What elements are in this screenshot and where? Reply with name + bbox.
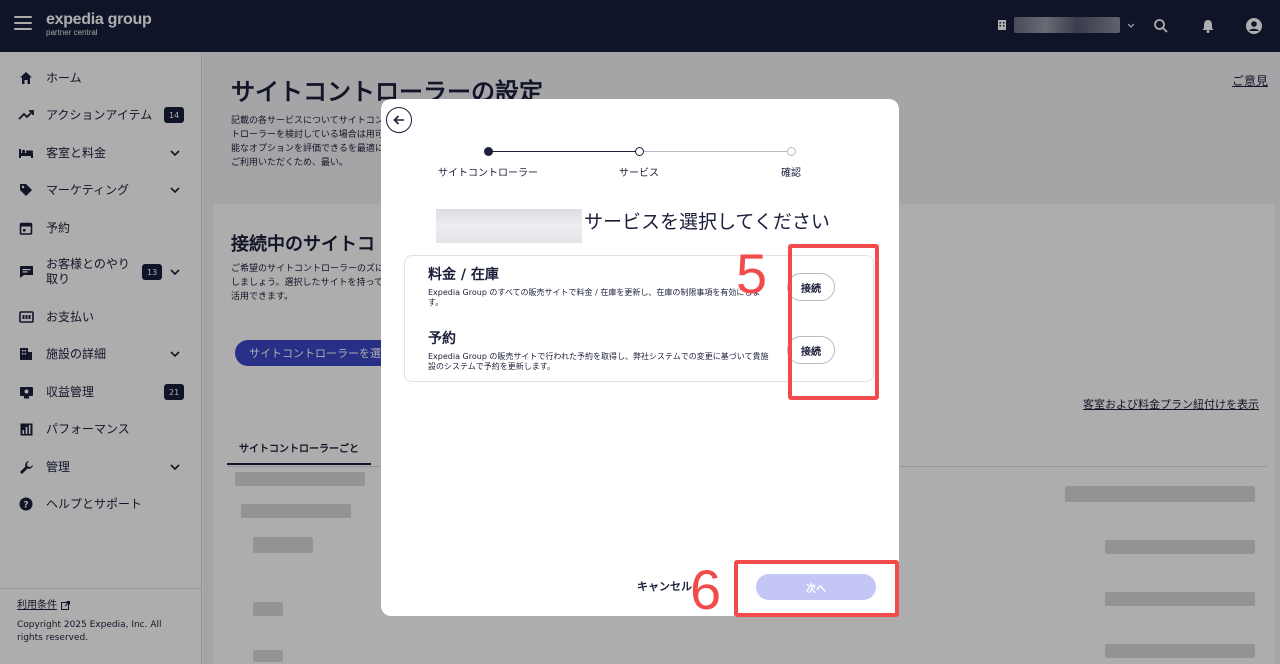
- annotation-box-connect-buttons: [788, 244, 879, 400]
- stepper-progress-done: [488, 151, 640, 152]
- step-dot-upcoming: [787, 147, 796, 156]
- annotation-number-6: 6: [690, 558, 722, 621]
- service-title-reservations: 予約: [428, 331, 456, 347]
- back-button[interactable]: [386, 107, 412, 133]
- arrow-left-icon: [393, 115, 404, 125]
- service-title-rates-inventory: 料金 / 在庫: [428, 267, 499, 283]
- stepper-progress-remaining: [640, 151, 792, 152]
- provider-name-redacted: [436, 209, 582, 243]
- annotation-number-5: 5: [736, 242, 768, 305]
- step-dot-complete: [484, 147, 493, 156]
- step-label-confirm: 確認: [781, 168, 801, 179]
- dialog-title: サービスを選択してください: [584, 211, 830, 233]
- service-desc-reservations: Expedia Group の販売サイトで行われた予約を取得し、弊社システムでの…: [428, 352, 769, 371]
- annotation-box-next-button: [734, 560, 899, 617]
- step-dot-current: [635, 147, 644, 156]
- step-label-site-controller: サイトコントローラー: [438, 168, 538, 179]
- service-desc-rates-inventory: Expedia Group のすべての販売サイトで料金 / 在庫を更新し、在庫の…: [428, 288, 761, 307]
- step-label-service: サービス: [619, 168, 659, 179]
- cancel-button[interactable]: キャンセル: [637, 578, 692, 594]
